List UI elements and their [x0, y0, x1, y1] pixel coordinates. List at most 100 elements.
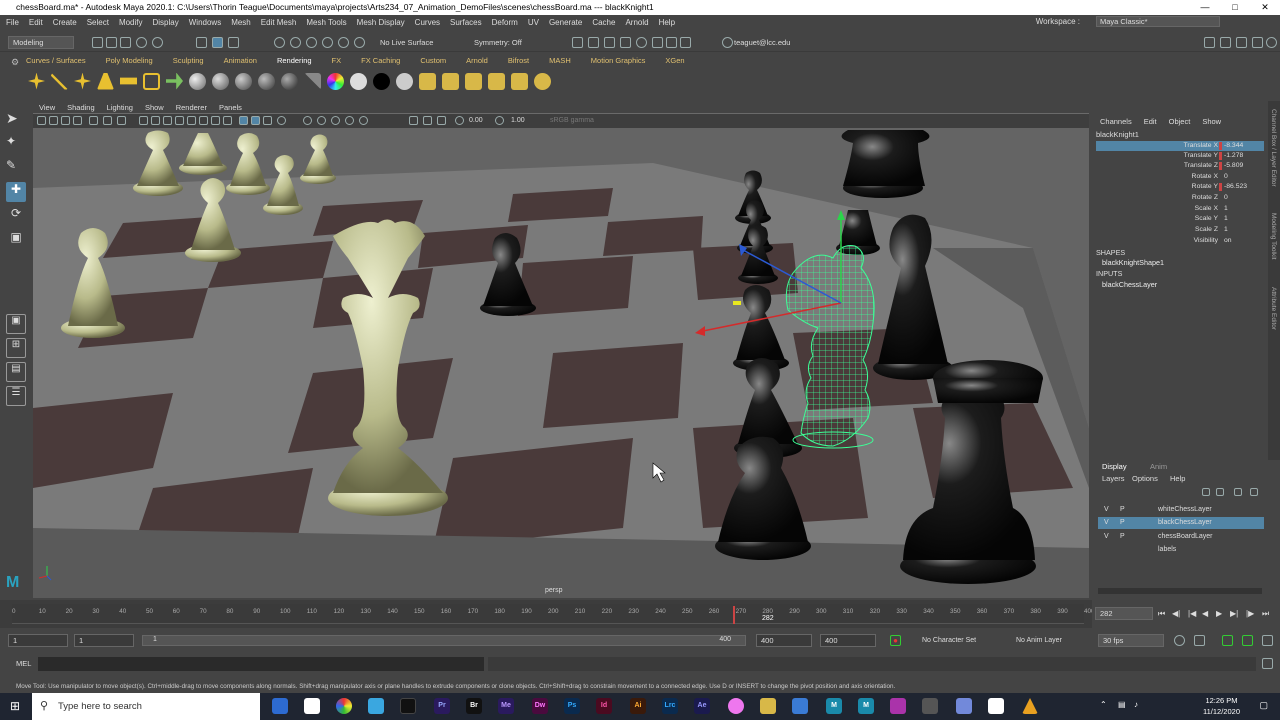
playback-end-field[interactable]: 400 — [756, 634, 812, 647]
symmetry-dropdown[interactable]: Symmetry: Off — [474, 38, 522, 47]
options-menu[interactable]: Options — [1132, 474, 1158, 483]
menu-uv[interactable]: UV — [528, 18, 539, 27]
illustrator-icon[interactable]: Ai — [630, 698, 646, 714]
step-forward-key-icon[interactable]: |▶ — [1246, 609, 1254, 618]
attr-row-rotate-x[interactable]: Rotate X 0 — [1096, 172, 1264, 182]
modeling-toolkit-icon[interactable] — [1204, 37, 1215, 48]
move-layer-up-icon[interactable] — [1202, 488, 1210, 496]
viewport-menu-panels[interactable]: Panels — [219, 103, 242, 112]
select-tool-icon[interactable]: ➤ — [6, 110, 26, 130]
app3-icon[interactable] — [890, 698, 906, 714]
attr-row-scale-x[interactable]: Scale X 1 — [1096, 204, 1264, 214]
selected-object-name[interactable]: blackKnight1 — [1096, 130, 1139, 139]
viewport-menu-view[interactable]: View — [39, 103, 55, 112]
snap-live-icon[interactable] — [338, 37, 349, 48]
command-input[interactable] — [38, 657, 484, 671]
calculator-icon[interactable] — [792, 698, 808, 714]
light-editor-shelf-icon[interactable] — [488, 72, 505, 90]
arnold-pause-icon[interactable] — [680, 37, 691, 48]
menu-help[interactable]: Help — [659, 18, 675, 27]
gamma-toggle-icon[interactable] — [495, 116, 504, 125]
layer-tab-display[interactable]: Display — [1102, 462, 1127, 471]
menu-mesh-tools[interactable]: Mesh Tools — [306, 18, 346, 27]
attr-value[interactable]: 0 — [1224, 193, 1228, 203]
attribute-editor-icon[interactable] — [1220, 37, 1231, 48]
attr-row-visibility[interactable]: Visibility on — [1096, 236, 1264, 246]
minimize-icon[interactable]: — — [1190, 0, 1220, 15]
step-back-frame-icon[interactable]: |◀ — [1188, 609, 1196, 618]
close-icon[interactable]: ✕ — [1250, 0, 1280, 15]
attr-value[interactable]: on — [1224, 236, 1232, 246]
camera-attributes-icon[interactable] — [49, 116, 58, 125]
camera-icon[interactable] — [166, 72, 183, 90]
notification-icon[interactable]: ▢ — [1259, 700, 1268, 711]
menu-surfaces[interactable]: Surfaces — [450, 18, 482, 27]
step-back-key-icon[interactable]: ◀| — [1172, 609, 1180, 618]
input-node[interactable]: blackChessLayer — [1102, 280, 1157, 289]
play-forward-icon[interactable]: ▶ — [1216, 609, 1222, 618]
layer-visibility-toggle[interactable]: V — [1104, 517, 1109, 529]
command-language-label[interactable]: MEL — [16, 659, 31, 668]
range-slider[interactable]: 1 400 — [142, 635, 746, 646]
four-view-icon[interactable]: ⊞ — [6, 338, 26, 358]
film-gate-icon[interactable] — [103, 116, 112, 125]
playback-speed-icon[interactable] — [1194, 635, 1205, 646]
magnet-icon[interactable] — [354, 37, 365, 48]
fps-dropdown[interactable]: 30 fps — [1098, 634, 1164, 647]
resolution-gate-icon[interactable] — [117, 116, 126, 125]
dimension-icon[interactable]: Dw — [532, 698, 548, 714]
playback-start-field[interactable]: 1 — [74, 634, 134, 647]
layer-playback-toggle[interactable]: P — [1120, 531, 1125, 543]
menu-windows[interactable]: Windows — [189, 18, 221, 27]
attr-row-scale-z[interactable]: Scale Z 1 — [1096, 225, 1264, 235]
use-all-lights-icon[interactable] — [187, 116, 196, 125]
ipr-render-icon[interactable] — [604, 37, 615, 48]
smooth-shade-icon[interactable] — [151, 116, 160, 125]
snap-grid-icon[interactable] — [274, 37, 285, 48]
layer-row-white[interactable]: V PwhiteChessLayer — [1098, 504, 1264, 516]
new-layer-selected-icon[interactable] — [1250, 488, 1258, 496]
bridge-icon[interactable]: Br — [466, 698, 482, 714]
layer-playback-toggle[interactable]: P — [1120, 517, 1125, 529]
workspace-dropdown[interactable]: Maya Classic* — [1096, 16, 1220, 27]
viewport-panel[interactable]: View Shading Lighting Show Renderer Pane… — [33, 101, 1089, 598]
app4-icon[interactable] — [922, 698, 938, 714]
multisample-aa-icon[interactable] — [263, 116, 272, 125]
attr-row-rotate-z[interactable]: Rotate Z 0 — [1096, 193, 1264, 203]
tab-arnold[interactable]: Arnold — [466, 56, 488, 68]
key-ticks-icon[interactable] — [1222, 635, 1233, 646]
network-icon[interactable]: ▤ — [1118, 700, 1126, 709]
persp-outliner-icon[interactable]: ▤ — [6, 362, 26, 382]
object-menu[interactable]: Object — [1169, 117, 1191, 126]
help-menu[interactable]: Help — [1170, 474, 1185, 483]
vlc-icon[interactable] — [1022, 698, 1038, 714]
snap-curve-icon[interactable] — [290, 37, 301, 48]
tool-settings-icon[interactable] — [1236, 37, 1247, 48]
animation-start-field[interactable]: 1 — [8, 634, 68, 647]
maya-task2-icon[interactable]: M — [858, 698, 874, 714]
render-view-shelf-icon[interactable] — [442, 72, 459, 90]
menu-edit-mesh[interactable]: Edit Mesh — [261, 18, 297, 27]
app5-icon[interactable] — [988, 698, 1004, 714]
menu-modify[interactable]: Modify — [119, 18, 143, 27]
outliner-icon[interactable]: ☰ — [6, 386, 26, 406]
view-transform-dropdown[interactable]: sRGB gamma — [550, 117, 594, 124]
file-icon[interactable] — [304, 698, 320, 714]
viewport-menu-renderer[interactable]: Renderer — [176, 103, 207, 112]
select-object-icon[interactable] — [212, 37, 223, 48]
menu-mesh[interactable]: Mesh — [231, 18, 251, 27]
open-scene-icon[interactable] — [106, 37, 117, 48]
frame-all-icon[interactable] — [409, 116, 418, 125]
attr-value[interactable]: -86.523 — [1224, 182, 1247, 192]
play-backward-icon[interactable]: ◀ — [1202, 609, 1208, 618]
hud-icon[interactable] — [331, 116, 340, 125]
screen-space-reflection-icon[interactable] — [317, 116, 326, 125]
loop-icon[interactable] — [1174, 635, 1185, 646]
edit-menu[interactable]: Edit — [1144, 117, 1157, 126]
tab-fx[interactable]: FX — [332, 56, 342, 68]
depth-of-field-icon[interactable] — [277, 116, 286, 125]
volume-light-icon[interactable] — [143, 72, 160, 90]
wireframe-icon[interactable] — [139, 116, 148, 125]
batch-render-icon[interactable] — [511, 72, 528, 90]
app2-icon[interactable] — [760, 698, 776, 714]
